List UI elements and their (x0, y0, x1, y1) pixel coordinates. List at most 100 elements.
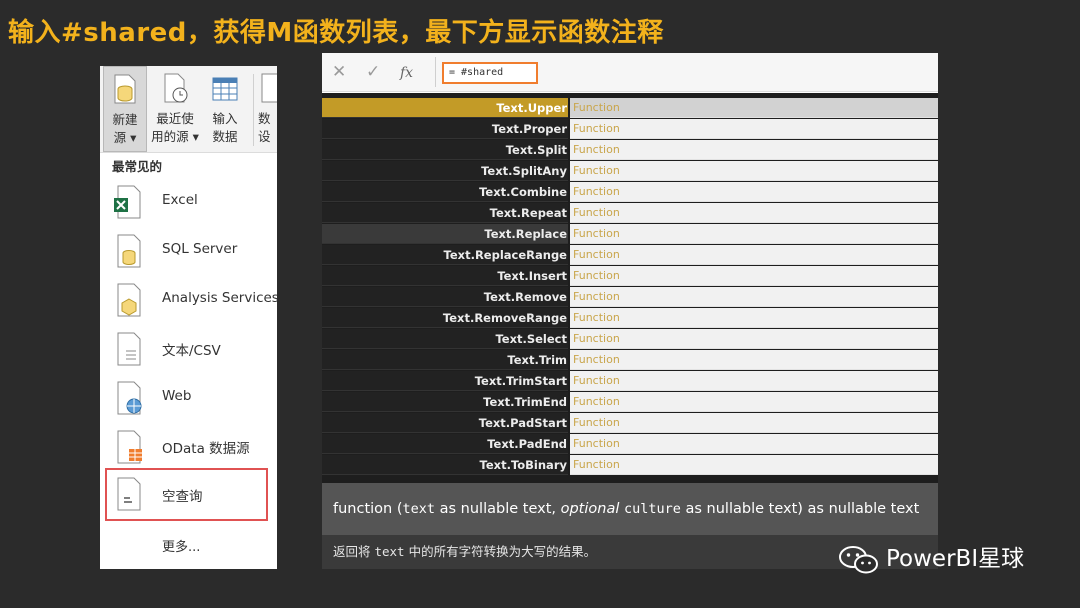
function-type: Function (570, 245, 938, 265)
function-type: Function (570, 392, 938, 412)
excel-icon (114, 185, 141, 219)
enter-data-label: 输入 数据 (212, 111, 238, 144)
formula-bar-divider (435, 57, 436, 87)
formula-bar-buttons: ✕ ✓ fx (332, 62, 434, 82)
autocomplete-list: Text.Upper Function Text.Proper Function Tex… (322, 93, 938, 483)
blank-query-icon (117, 477, 141, 511)
query-editor-panel: ✕ ✓ fx = #shared Text.Upper Function Text.Pr… (322, 53, 938, 569)
function-name: Text.Insert (322, 266, 568, 286)
function-name: Text.SplitAny (322, 161, 568, 181)
source-blank-query[interactable]: 空查询 (105, 468, 268, 521)
function-type: Function (570, 308, 938, 328)
text-csv-icon (117, 332, 141, 366)
source-web[interactable]: Web (110, 376, 270, 420)
signature-optional: optional (560, 501, 620, 517)
formula-input[interactable]: = #shared (442, 62, 538, 84)
ribbon-separator (253, 74, 254, 146)
cancel-icon[interactable]: ✕ (332, 62, 366, 82)
autocomplete-item[interactable]: Text.Upper Function (322, 98, 938, 119)
new-source-label: 新建 源 ▾ (112, 112, 138, 145)
analysis-services-icon (117, 283, 141, 317)
function-type: Function (570, 455, 938, 475)
function-type: Function (570, 287, 938, 307)
ribbon: 新建 源 ▾ 最近使 用的源 ▾ 输入 数据 数 设 (100, 66, 277, 153)
function-name: Text.Replace (322, 224, 568, 244)
function-type: Function (570, 203, 938, 223)
autocomplete-item[interactable]: Text.ReplaceRange Function (322, 245, 938, 266)
function-type: Function (570, 434, 938, 454)
more-sources-link[interactable]: 更多... (162, 536, 200, 555)
autocomplete-item[interactable]: Text.Split Function (322, 140, 938, 161)
signature-suffix: as nullable text) as nullable text (680, 501, 920, 517)
function-name: Text.RemoveRange (322, 308, 568, 328)
function-type: Function (570, 119, 938, 139)
confirm-icon[interactable]: ✓ (366, 62, 400, 82)
function-type: Function (570, 350, 938, 370)
recent-sources-icon (164, 73, 188, 103)
recent-sources-button[interactable]: 最近使 用的源 ▾ (149, 66, 201, 152)
autocomplete-item[interactable]: Text.TrimStart Function (322, 371, 938, 392)
source-blank-query-label: 空查询 (162, 489, 203, 505)
wechat-icon (839, 545, 878, 573)
autocomplete-item[interactable]: Text.Insert Function (322, 266, 938, 287)
description-code: text (374, 544, 405, 559)
signature-param-text: text (402, 501, 436, 517)
source-sql-server-label: SQL Server (162, 241, 238, 257)
signature-param-culture: culture (623, 501, 681, 517)
autocomplete-item[interactable]: Text.Proper Function (322, 119, 938, 140)
signature-part2: as nullable text, (435, 501, 561, 517)
function-name: Text.TrimStart (322, 371, 568, 391)
signature-prefix: function ( (333, 501, 403, 517)
autocomplete-item[interactable]: Text.Trim Function (322, 350, 938, 371)
sql-server-icon (117, 234, 141, 268)
document-icon (261, 73, 277, 103)
function-type: Function (570, 98, 938, 118)
source-text-csv-label: 文本/CSV (162, 343, 221, 359)
function-type: Function (570, 224, 938, 244)
get-data-panel: 新建 源 ▾ 最近使 用的源 ▾ 输入 数据 数 设 最常见的 Excel SQ… (100, 66, 277, 569)
function-name: Text.Repeat (322, 203, 568, 223)
function-name: Text.ReplaceRange (322, 245, 568, 265)
source-excel[interactable]: Excel (110, 180, 270, 224)
source-analysis-services-label: Analysis Services (162, 290, 277, 306)
dataverse-button[interactable]: 数 设 (258, 66, 277, 152)
source-text-csv[interactable]: 文本/CSV (110, 327, 270, 371)
brand-watermark: PowerBI星球 (838, 542, 1024, 576)
database-icon (114, 74, 136, 104)
autocomplete-item[interactable]: Text.ToBinary Function (322, 455, 938, 476)
fx-icon[interactable]: fx (400, 65, 434, 81)
autocomplete-item[interactable]: Text.SplitAny Function (322, 161, 938, 182)
source-web-label: Web (162, 388, 192, 404)
description-part1: 返回将 (333, 544, 375, 559)
source-odata[interactable]: OData 数据源 (110, 425, 270, 469)
function-type: Function (570, 266, 938, 286)
function-name: Text.Remove (322, 287, 568, 307)
function-name: Text.TrimEnd (322, 392, 568, 412)
function-type: Function (570, 140, 938, 160)
function-name: Text.Proper (322, 119, 568, 139)
autocomplete-item[interactable]: Text.TrimEnd Function (322, 392, 938, 413)
autocomplete-item[interactable]: Text.PadStart Function (322, 413, 938, 434)
autocomplete-item[interactable]: Text.PadEnd Function (322, 434, 938, 455)
new-source-button[interactable]: 新建 源 ▾ (103, 66, 147, 152)
function-name: Text.PadEnd (322, 434, 568, 454)
source-sql-server[interactable]: SQL Server (110, 229, 270, 273)
autocomplete-item[interactable]: Text.RemoveRange Function (322, 308, 938, 329)
function-name: Text.Split (322, 140, 568, 160)
autocomplete-item[interactable]: Text.Replace Function (322, 224, 938, 245)
web-icon (117, 381, 142, 415)
recent-sources-label: 最近使 用的源 ▾ (151, 111, 199, 144)
enter-data-button[interactable]: 输入 数据 (203, 66, 247, 152)
formula-bar: ✕ ✓ fx = #shared (322, 53, 938, 92)
source-analysis-services[interactable]: Analysis Services (110, 278, 277, 322)
autocomplete-item[interactable]: Text.Combine Function (322, 182, 938, 203)
autocomplete-item[interactable]: Text.Remove Function (322, 287, 938, 308)
section-title: 最常见的 (112, 159, 163, 174)
autocomplete-item[interactable]: Text.Select Function (322, 329, 938, 350)
function-type: Function (570, 371, 938, 391)
function-name: Text.Combine (322, 182, 568, 202)
autocomplete-item[interactable]: Text.Repeat Function (322, 203, 938, 224)
source-odata-label: OData 数据源 (162, 441, 250, 457)
description-part2: 中的所有字符转换为大写的结果。 (404, 544, 597, 559)
dataverse-label: 数 设 (258, 111, 271, 144)
